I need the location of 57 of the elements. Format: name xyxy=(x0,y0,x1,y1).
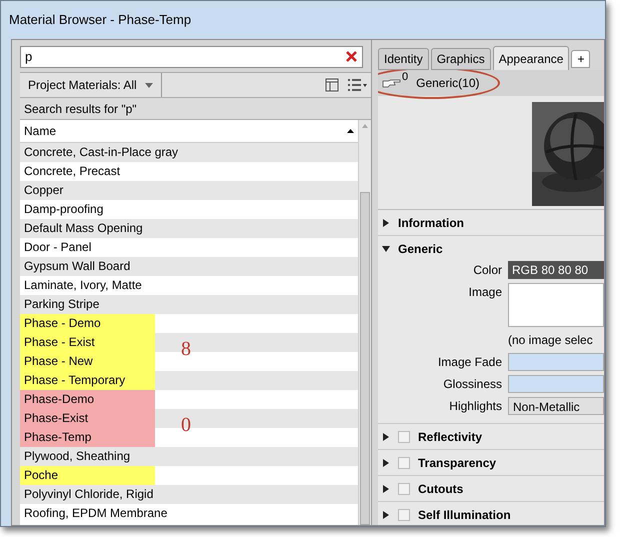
property-label: Highlights xyxy=(448,398,502,415)
section-title[interactable]: Information xyxy=(398,214,464,232)
tab[interactable]: + xyxy=(571,50,590,68)
section-title[interactable]: Generic xyxy=(398,240,443,258)
image-field[interactable] xyxy=(508,283,604,327)
image-note: (no image selec xyxy=(508,332,594,349)
material-row[interactable]: Laminate, Ivory, Matte xyxy=(20,276,155,295)
section-title[interactable]: Transparency xyxy=(418,454,496,472)
material-row[interactable]: Damp-proofing xyxy=(20,200,155,219)
material-row[interactable]: Phase - Exist xyxy=(20,333,155,352)
checkbox[interactable] xyxy=(398,456,410,468)
search-field[interactable]: p xyxy=(20,46,363,68)
property-label: Image Fade xyxy=(436,354,502,371)
slider-field[interactable] xyxy=(508,353,604,371)
material-row[interactable]: Phase - New xyxy=(20,352,155,371)
clear-icon[interactable] xyxy=(346,51,357,62)
color-field[interactable]: RGB 80 80 80 xyxy=(508,261,604,279)
property-label: Image xyxy=(468,284,502,301)
section-title[interactable]: Reflectivity xyxy=(418,428,482,446)
tab[interactable]: Appearance xyxy=(492,46,570,70)
collapsed-triangle-icon[interactable] xyxy=(382,432,390,440)
collapsed-triangle-icon[interactable] xyxy=(382,218,390,226)
collapsed-triangle-icon[interactable] xyxy=(382,458,390,466)
panel-layout-icon[interactable] xyxy=(325,78,339,92)
window-title: Material Browser - Phase-Temp xyxy=(9,11,192,30)
material-row[interactable]: Poche xyxy=(20,466,155,485)
expanded-triangle-icon[interactable] xyxy=(382,244,390,252)
material-row[interactable]: Phase - Demo xyxy=(20,314,155,333)
material-row[interactable]: Phase-Temp xyxy=(20,428,155,447)
tab[interactable]: Graphics xyxy=(430,48,491,70)
material-row[interactable]: Phase - Temporary xyxy=(20,371,155,390)
slider-field[interactable] xyxy=(508,375,604,393)
checkbox[interactable] xyxy=(398,430,410,442)
section-title[interactable]: Cutouts xyxy=(418,480,464,498)
tab[interactable]: Identity xyxy=(378,48,429,70)
list-view-icon[interactable] xyxy=(347,78,367,92)
sort-ascending-icon xyxy=(347,129,354,133)
results-label: Search results for "p" xyxy=(24,100,137,118)
collapsed-triangle-icon[interactable] xyxy=(382,484,390,492)
highlights-dropdown[interactable]: Non-Metallic xyxy=(508,397,604,415)
property-label: Glossiness xyxy=(442,376,502,393)
section-title[interactable]: Self Illumination xyxy=(418,506,511,524)
scrollbar[interactable] xyxy=(358,120,371,525)
annotation-number: 8 xyxy=(181,338,191,358)
checkbox[interactable] xyxy=(398,482,410,494)
checkbox[interactable] xyxy=(398,508,410,520)
asset-name: Generic(10) xyxy=(416,75,480,92)
property-label: Color xyxy=(472,262,502,279)
dropdown-caret-icon xyxy=(144,82,153,88)
material-row[interactable]: Roofing, EPDM Membrane xyxy=(20,504,172,523)
collapsed-triangle-icon[interactable] xyxy=(382,510,390,518)
material-row[interactable]: Door - Panel xyxy=(20,238,155,257)
annotation-number: 0 xyxy=(181,414,191,434)
material-row[interactable]: Phase-Demo xyxy=(20,390,155,409)
material-row[interactable]: Phase-Exist xyxy=(20,409,155,428)
asset-count: 0 xyxy=(402,70,408,85)
material-row[interactable]: Concrete, Precast xyxy=(20,162,155,181)
